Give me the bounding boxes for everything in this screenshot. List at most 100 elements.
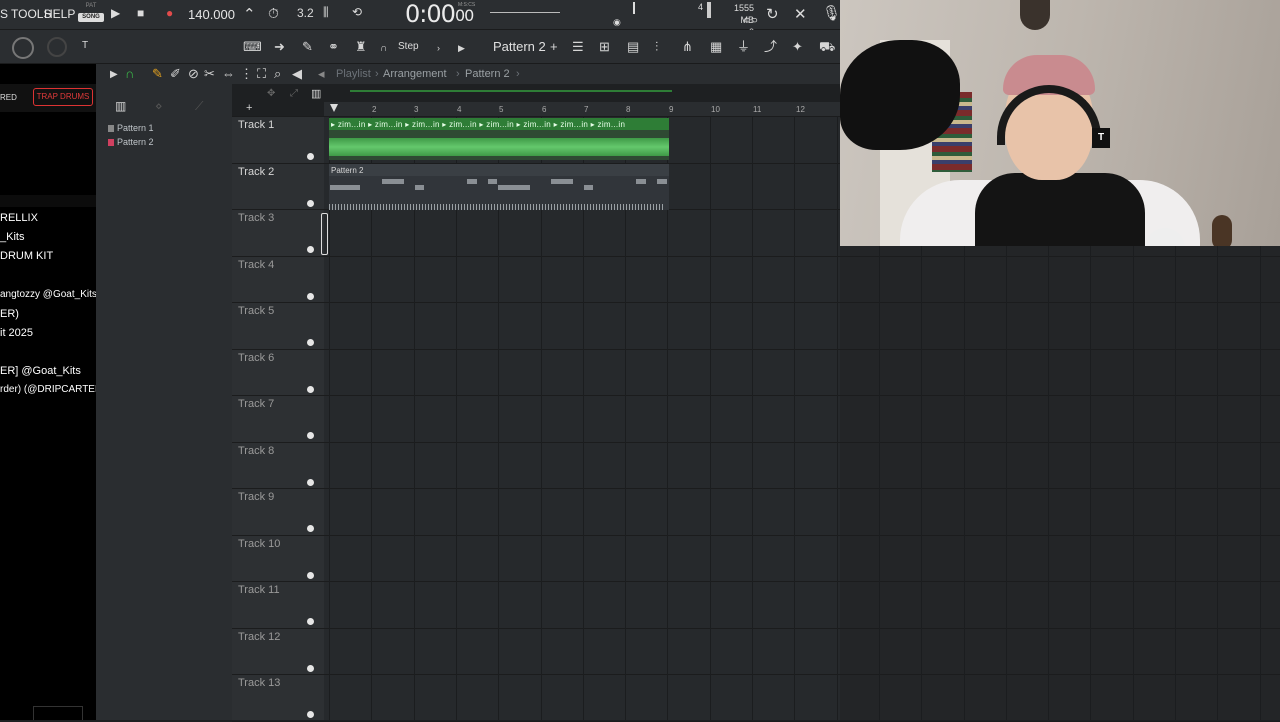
eye-icon[interactable]: ◉ <box>613 17 621 28</box>
browser-item[interactable]: DRUM KIT <box>0 250 53 262</box>
playlist-arrow-icon[interactable]: ▶ <box>110 68 118 82</box>
track-label[interactable]: Track 6 <box>238 352 274 364</box>
audio-clip-icon[interactable]: ⋄ <box>155 99 163 113</box>
timeline-ruler[interactable] <box>324 102 840 116</box>
arrow-right-icon[interactable]: ➜ <box>274 40 285 54</box>
browser-item[interactable]: angtozzy @Goat_Kits <box>0 289 97 300</box>
track-mute-dot[interactable] <box>307 153 314 160</box>
pencil-icon[interactable]: ✎ <box>302 40 313 54</box>
mute-tool-icon[interactable]: ✂ <box>204 67 215 81</box>
track-label[interactable]: Track 7 <box>238 398 274 410</box>
track-label[interactable]: Track 5 <box>238 305 274 317</box>
zoom-tool-icon[interactable]: ⌕ <box>274 67 281 81</box>
track-label[interactable]: Track 3 <box>238 212 274 224</box>
magnet-icon[interactable]: ∩ <box>380 42 387 56</box>
pattern-view-icon[interactable]: ▥ <box>311 87 321 101</box>
microphone-icon[interactable]: 🎙 <box>822 4 841 22</box>
browser-tag-red[interactable]: RED <box>0 93 17 102</box>
pattern-selector[interactable]: Pattern 2 <box>493 39 546 54</box>
picker-item-pattern-1[interactable]: Pattern 1 <box>108 123 154 133</box>
track-mute-dot[interactable] <box>307 432 314 439</box>
track-label[interactable]: Track 1 <box>238 119 274 131</box>
slip-tool-icon[interactable]: ⇔ <box>222 67 235 81</box>
mixer-icon[interactable]: ⫶ <box>655 40 658 54</box>
channel-rack-icon[interactable]: ▤ <box>627 40 639 54</box>
play-icon[interactable]: ▶ <box>111 6 120 20</box>
track-mute-dot[interactable] <box>307 246 314 253</box>
touch-keyboard-icon[interactable]: ⤴ <box>764 40 777 54</box>
browser-tag-trap-drums[interactable]: TRAP DRUMS <box>33 88 93 106</box>
track-label[interactable]: Track 13 <box>238 677 280 689</box>
playlist-icon[interactable]: ☰ <box>572 40 584 54</box>
track-mute-dot[interactable] <box>307 618 314 625</box>
refresh-icon[interactable]: ↻ <box>766 5 779 23</box>
track-mute-dot[interactable] <box>307 200 314 207</box>
playhead-marker[interactable] <box>330 104 338 112</box>
track-mute-dot[interactable] <box>307 525 314 532</box>
track-label[interactable]: Track 4 <box>238 259 274 271</box>
breadcrumb-arrangement[interactable]: Arrangement <box>383 68 447 80</box>
stamp-icon[interactable]: ♜ <box>355 40 367 54</box>
keyboard-icon[interactable]: ⌨ <box>243 40 262 54</box>
link-icon[interactable]: ⚭ <box>328 40 339 54</box>
cpu-usage-icon[interactable]: ✕ <box>794 5 807 23</box>
wait-icon[interactable]: ⏱ <box>268 5 279 22</box>
browser-item[interactable]: _Kits <box>0 231 24 243</box>
help-icon[interactable]: ✦ <box>792 40 803 54</box>
menu-help[interactable]: HELP <box>44 7 75 21</box>
paint-tool-icon[interactable]: ✐ <box>170 67 181 81</box>
blend-icon[interactable]: ⫼ <box>323 5 329 20</box>
track-mute-dot[interactable] <box>307 386 314 393</box>
browser-icon[interactable]: ⋔ <box>682 40 693 54</box>
tempo-display[interactable]: 140.000 <box>188 7 235 22</box>
slice-tool-icon[interactable]: ⋮ <box>240 67 253 81</box>
move-icon[interactable]: ✥ <box>267 87 275 101</box>
link-channels-icon[interactable]: ⤢ <box>290 87 298 101</box>
browser-item[interactable]: ER] @Goat_Kits <box>0 365 81 377</box>
track-mute-dot[interactable] <box>307 572 314 579</box>
track-label[interactable]: Track 11 <box>238 584 280 596</box>
track-mute-dot[interactable] <box>307 339 314 346</box>
track-cursor[interactable] <box>321 213 328 255</box>
track-mute-dot[interactable] <box>307 665 314 672</box>
pat-song-toggle[interactable]: PAT SONG <box>78 2 104 26</box>
plugin-icon[interactable]: ⏚ <box>737 40 750 54</box>
track-mute-dot[interactable] <box>307 479 314 486</box>
track-label[interactable]: Track 9 <box>238 491 274 503</box>
automation-clip-icon[interactable]: ⟋ <box>195 99 203 113</box>
browser-item[interactable]: RELLIX <box>0 212 38 224</box>
draw-tool-icon[interactable]: ✎ <box>152 67 163 81</box>
track-label[interactable]: Track 2 <box>238 166 274 178</box>
master-volume-knob[interactable] <box>12 37 34 59</box>
menu-prefix[interactable]: S <box>0 7 8 21</box>
track-label[interactable]: Track 10 <box>238 538 280 550</box>
picker-item-pattern-2[interactable]: Pattern 2 <box>108 137 154 147</box>
browser-item[interactable]: rder) (@DRIPCARTEL) <box>0 384 104 395</box>
loop-record-icon[interactable]: ⟲ <box>352 5 362 19</box>
playback-tool-icon[interactable]: ◀ <box>292 67 302 81</box>
breadcrumb-pattern[interactable]: Pattern 2 <box>465 68 510 80</box>
magnet-snap-icon[interactable]: ∩ <box>125 67 134 81</box>
add-track-icon[interactable]: + <box>246 101 252 115</box>
piano-icon[interactable]: ▥ <box>115 99 126 113</box>
metronome-icon[interactable]: ⌃ <box>243 5 256 23</box>
track-mute-dot[interactable] <box>307 711 314 718</box>
cart-icon[interactable]: ⛟ <box>819 40 835 54</box>
piano-roll-icon[interactable]: ⊞ <box>599 40 610 54</box>
project-icon[interactable]: ▦ <box>710 40 722 54</box>
delete-tool-icon[interactable]: ⊘ <box>188 67 199 81</box>
record-icon[interactable]: ● <box>166 6 173 20</box>
track-label[interactable]: Track 8 <box>238 445 274 457</box>
breadcrumb-playlist[interactable]: Playlist <box>336 68 371 80</box>
step-edit-value[interactable]: 3.2 <box>297 6 314 20</box>
chevron-right-icon[interactable]: › <box>437 41 440 55</box>
select-tool-icon[interactable]: ⛶ <box>257 67 266 81</box>
playlist-grid-extension[interactable] <box>840 246 1280 720</box>
add-pattern-icon[interactable]: + <box>550 40 558 54</box>
master-volume-handle[interactable] <box>633 2 635 14</box>
snap-step[interactable]: Step <box>398 41 419 52</box>
play-pattern-icon[interactable]: ▶ <box>458 41 465 55</box>
stop-icon[interactable]: ■ <box>137 6 144 20</box>
browser-item[interactable]: ER) <box>0 308 19 320</box>
master-pitch-slider[interactable] <box>490 12 560 13</box>
